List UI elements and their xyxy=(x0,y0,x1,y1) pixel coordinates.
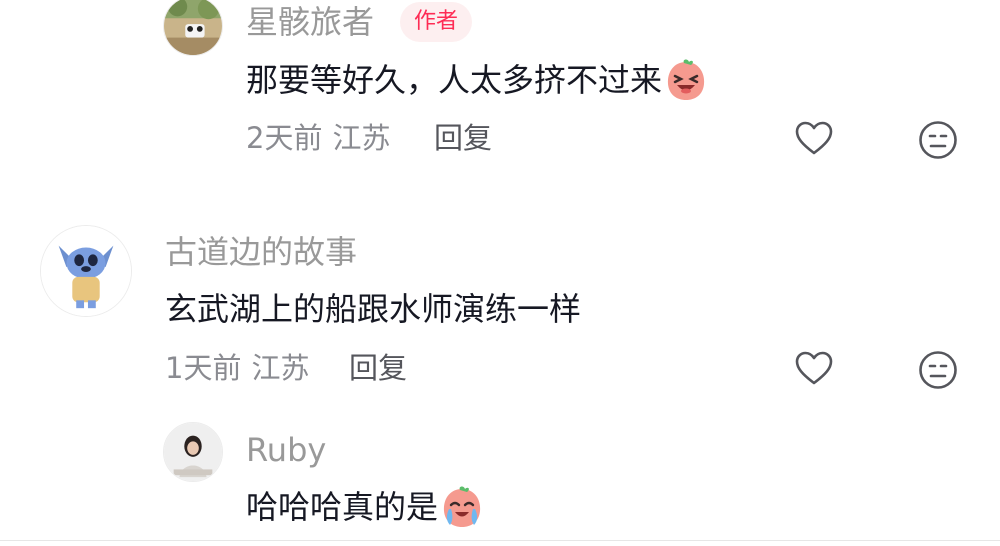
reply-button[interactable]: 回复 xyxy=(349,348,407,388)
crying-laughing-face-emoji xyxy=(440,485,484,529)
scenic-photo-avatar xyxy=(164,0,222,55)
comment-text-content: 那要等好久，人太多挤不过来 xyxy=(246,61,663,99)
reply-button[interactable]: 回复 xyxy=(434,118,492,158)
comment-text: 那要等好久，人太多挤不过来 xyxy=(246,58,708,102)
comment-location: 江苏 xyxy=(332,121,391,155)
username[interactable]: 古道边的故事 xyxy=(165,232,357,272)
username[interactable]: Ruby xyxy=(246,430,326,470)
comment-text: 玄武湖上的船跟水师演练一样 xyxy=(165,287,581,331)
squint-laughing-face-emoji xyxy=(664,58,708,102)
cartoon-alien-avatar xyxy=(41,226,131,316)
comment-text: 哈哈哈真的是 xyxy=(246,485,484,529)
avatar[interactable] xyxy=(163,0,223,56)
username[interactable]: 星骸旅者 xyxy=(246,2,374,42)
comment-text-content: 哈哈哈真的是 xyxy=(246,488,439,526)
avatar[interactable] xyxy=(40,225,132,317)
dislike-face-icon[interactable] xyxy=(916,118,960,162)
comment-text-content: 玄武湖上的船跟水师演练一样 xyxy=(165,290,582,328)
comment-time: 1天前 xyxy=(165,351,242,385)
heart-icon[interactable] xyxy=(792,117,836,161)
dislike-face-icon[interactable] xyxy=(916,348,960,392)
comment-time: 2天前 xyxy=(246,121,323,155)
comment-location: 江苏 xyxy=(251,351,310,385)
comment-meta: 2天前 江苏 xyxy=(246,118,390,158)
comment-meta: 1天前 江苏 xyxy=(165,348,309,388)
heart-icon[interactable] xyxy=(792,347,836,391)
avatar[interactable] xyxy=(163,422,223,482)
divider xyxy=(0,540,1000,541)
author-badge: 作者 xyxy=(400,2,473,42)
girl-photo-avatar xyxy=(164,423,222,481)
